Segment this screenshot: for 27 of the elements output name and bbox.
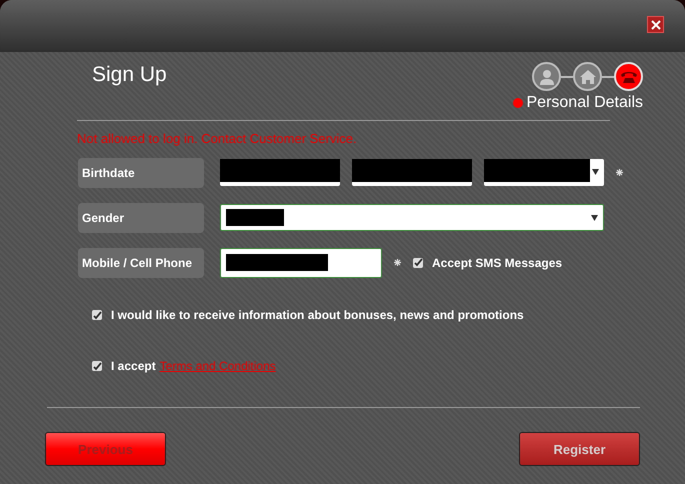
current-step-dot-icon <box>512 98 522 108</box>
close-button[interactable] <box>647 16 664 33</box>
field-label: Gender <box>78 202 204 232</box>
home-step-icon[interactable] <box>573 62 602 91</box>
person-step-icon[interactable] <box>532 62 561 91</box>
promotions-label: I would like to receive information about bonuses, news and promotions <box>111 308 524 322</box>
terms-link[interactable]: Terms and Conditions <box>160 359 276 373</box>
close-icon <box>650 20 660 30</box>
register-button[interactable]: Register <box>519 432 640 466</box>
redaction-block <box>226 209 284 226</box>
sms-checkbox[interactable] <box>413 258 423 268</box>
terms-checkbox[interactable] <box>92 361 102 371</box>
caret-icon <box>592 169 599 175</box>
caret-icon <box>591 215 598 221</box>
phone-input-field[interactable] <box>220 248 382 278</box>
previous-button[interactable]: Previous <box>45 432 166 466</box>
error-message: Not allowed to log in. Contact Customer Service. <box>77 131 358 146</box>
telephone-step-icon[interactable] <box>614 62 643 91</box>
current-step-label: Personal Details <box>526 94 643 112</box>
dialog-title: Sign Up <box>92 63 167 88</box>
promotions-checkbox[interactable] <box>92 310 102 320</box>
field-label: Mobile / Cell Phone <box>78 248 204 278</box>
terms-label: I accept <box>111 359 156 373</box>
gender-select[interactable] <box>220 204 604 231</box>
sms-label: Accept SMS Messages <box>432 256 562 270</box>
year-select[interactable] <box>484 159 604 186</box>
field-label: Birthdate <box>78 158 204 188</box>
